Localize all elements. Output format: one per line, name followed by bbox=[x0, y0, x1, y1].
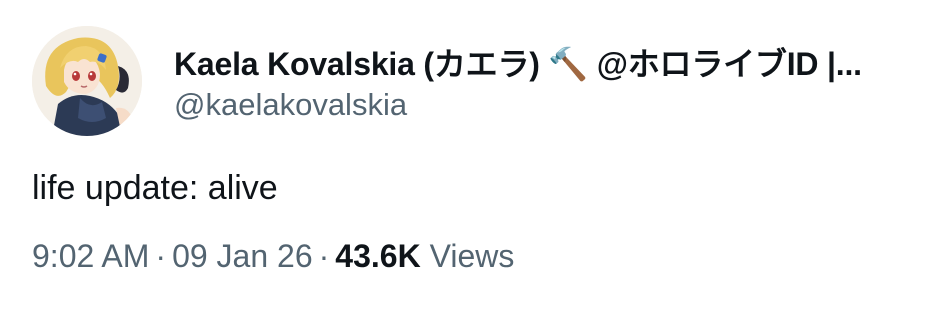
avatar[interactable] bbox=[32, 26, 142, 136]
avatar-illustration bbox=[32, 26, 142, 136]
views-label: Views bbox=[429, 238, 515, 274]
tweet-text: life update: alive bbox=[32, 169, 278, 207]
tweet-date[interactable]: 09 Jan 26 bbox=[172, 238, 313, 274]
tweet-card: Kaela Kovalskia (カエラ) 🔨 @ホロライブID |... @k… bbox=[0, 0, 930, 310]
separator-dot: · bbox=[155, 238, 167, 274]
user-handle[interactable]: @kaelakovalskia bbox=[174, 86, 914, 124]
author-info: Kaela Kovalskia (カエラ) 🔨 @ホロライブID |... @k… bbox=[174, 40, 914, 124]
display-name[interactable]: Kaela Kovalskia (カエラ) 🔨 @ホロライブID |... bbox=[174, 40, 862, 84]
tweet-time[interactable]: 9:02 AM bbox=[32, 238, 149, 274]
display-name-row[interactable]: Kaela Kovalskia (カエラ) 🔨 @ホロライブID |... bbox=[174, 40, 914, 84]
views-count[interactable]: 43.6K bbox=[335, 238, 420, 274]
separator-dot: · bbox=[318, 238, 330, 274]
tweet-metadata: 9:02 AM · 09 Jan 26 · 43.6K Views bbox=[32, 234, 514, 278]
